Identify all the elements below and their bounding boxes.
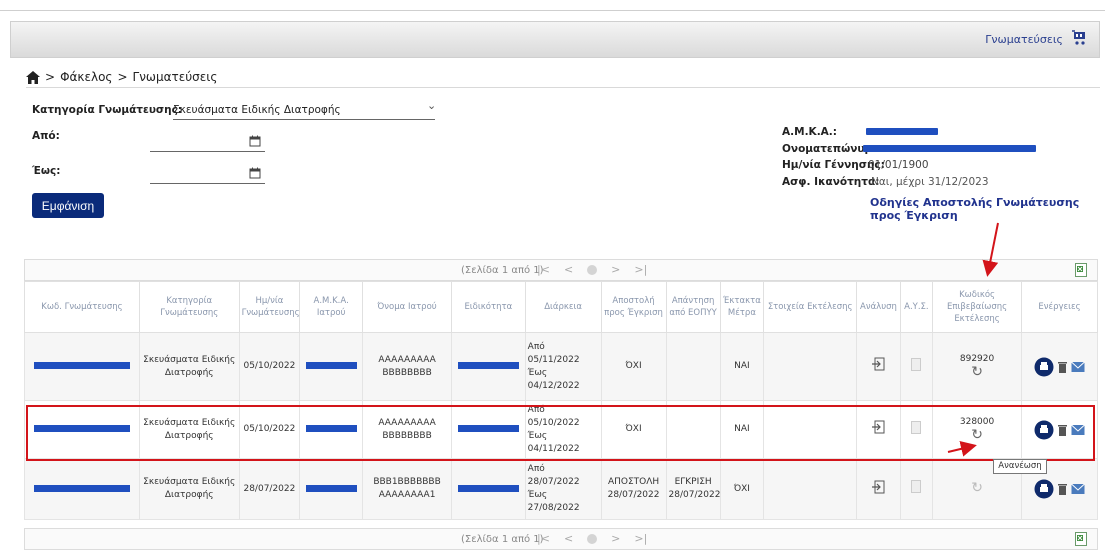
annotation-arrows: [947, 222, 999, 457]
refresh-tooltip: Ανανέωση: [993, 459, 1047, 474]
annotation-arrow-down: [982, 222, 999, 277]
annotation-arrow-refresh: [947, 441, 977, 457]
